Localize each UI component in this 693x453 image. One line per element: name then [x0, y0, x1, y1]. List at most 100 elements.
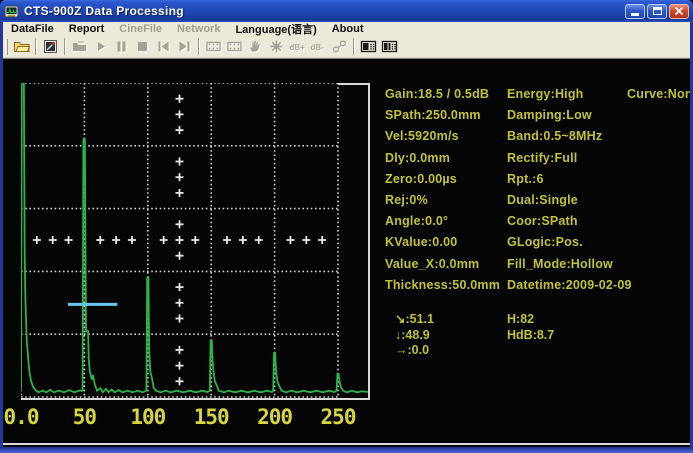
measurement-row: ↘:51.1H:82	[395, 312, 554, 328]
cine-open-icon	[71, 38, 88, 55]
parameter-column-3: Curve:None	[627, 84, 693, 105]
pause-icon	[113, 38, 130, 55]
menu-item-report[interactable]: Report	[64, 23, 109, 35]
param-band: Band:0.5~8MHz	[507, 126, 632, 147]
hand-tool-icon	[247, 38, 264, 55]
link-icon	[331, 38, 348, 55]
cine-save-icon	[205, 38, 222, 55]
param-rectify: Rectify:Full	[507, 148, 632, 169]
measurement-amplitude: H:82	[507, 312, 534, 328]
toolbar-pause-button	[111, 37, 132, 57]
param-dual: Dual:Single	[507, 190, 632, 211]
maximize-button[interactable]	[647, 4, 667, 19]
menu-item-about[interactable]: About	[327, 23, 369, 35]
measurement-row: →:0.0	[395, 343, 554, 359]
param-kvalue: KValue:0.00	[385, 232, 500, 253]
toolbar-marker-button	[266, 37, 287, 57]
app-icon	[4, 4, 19, 19]
param-spath: SPath:250.0mm	[385, 105, 500, 126]
window-title: CTS-900Z Data Processing	[24, 4, 625, 18]
menu-item-language[interactable]: Language(语言)	[230, 21, 321, 37]
param-rpt-: Rpt.:6	[507, 169, 632, 190]
first-frame-icon	[155, 38, 172, 55]
param-glogic: GLogic:Pos.	[507, 232, 632, 253]
param-zero: Zero:0.00µs	[385, 169, 500, 190]
db-plus-icon: dB+	[289, 38, 306, 55]
window-border-bottom	[0, 447, 693, 453]
toolbar-grip[interactable]	[5, 39, 8, 55]
stop-icon	[134, 38, 151, 55]
toolbar-separator	[64, 38, 66, 55]
window-border-left	[0, 22, 3, 447]
toolbar-layout-compare-button[interactable]	[379, 37, 400, 57]
measurement-value: →:0.0	[395, 343, 507, 359]
marker-icon	[268, 38, 285, 55]
toolbar-db-plus-button: dB+	[287, 37, 308, 57]
cine-copy-icon	[226, 38, 243, 55]
minimize-button[interactable]	[625, 4, 645, 19]
measurement-value: ↓:48.9	[395, 328, 507, 344]
toolbar-separator	[35, 38, 37, 55]
close-button[interactable]	[669, 4, 689, 19]
param-energy: Energy:High	[507, 84, 632, 105]
parameter-column-1: Gain:18.5 / 0.5dBSPath:250.0mmVel:5920m/…	[385, 84, 500, 296]
param-gain: Gain:18.5 / 0.5dB	[385, 84, 500, 105]
param-dly: Dly:0.0mm	[385, 148, 500, 169]
param-fill-mode: Fill_Mode:Hollow	[507, 254, 632, 275]
toolbar-cine-save-button	[203, 37, 224, 57]
x-axis-tick-label: 150	[179, 405, 243, 429]
toolbar-layout-single-button[interactable]	[358, 37, 379, 57]
svg-text:dB+: dB+	[290, 43, 306, 52]
toolbar: dB+ dB-	[3, 36, 690, 58]
toolbar-last-frame-button	[174, 37, 195, 57]
app-window: CTS-900Z Data Processing DataFile Report C…	[0, 0, 693, 453]
param-vel: Vel:5920m/s	[385, 126, 500, 147]
toolbar-stop-button	[132, 37, 153, 57]
x-axis-tick-label: 250	[306, 405, 370, 429]
toolbar-separator	[353, 38, 355, 55]
ascan-svg	[21, 83, 373, 403]
x-axis-tick-label: 50	[52, 405, 116, 429]
toolbar-separator	[198, 38, 200, 55]
menu-item-network: Network	[172, 23, 225, 35]
measurement-row: ↓:48.9HdB:8.7	[395, 328, 554, 344]
param-damping: Damping:Low	[507, 105, 632, 126]
toolbar-cine-copy-button	[224, 37, 245, 57]
param-value-x: Value_X:0.0mm	[385, 254, 500, 275]
parameter-column-2: Energy:HighDamping:LowBand:0.5~8MHzRecti…	[507, 84, 632, 296]
client-area: 0.050100150200250 Gain:18.5 / 0.5dBSPath…	[3, 58, 690, 447]
param-curve: Curve:None	[627, 84, 693, 105]
play-icon	[92, 38, 109, 55]
titlebar: CTS-900Z Data Processing	[0, 0, 693, 22]
param-angle: Angle:0.0°	[385, 211, 500, 232]
param-thickness: Thickness:50.0mm	[385, 275, 500, 296]
menu-bar: DataFile Report CineFile Network Language(语言…	[3, 22, 690, 36]
x-axis-labels: 0.050100150200250	[3, 405, 383, 429]
toolbar-link-button	[329, 37, 350, 57]
toolbar-first-frame-button	[153, 37, 174, 57]
toolbar-play-button	[90, 37, 111, 57]
toolbar-hand-tool-button	[245, 37, 266, 57]
layout-single-icon	[360, 38, 377, 55]
param-rej: Rej:0%	[385, 190, 500, 211]
measurement-amplitude: HdB:8.7	[507, 328, 554, 344]
last-frame-icon	[176, 38, 193, 55]
svg-text:dB-: dB-	[311, 43, 325, 52]
layout-compare-icon	[381, 38, 398, 55]
db-minus-icon: dB-	[310, 38, 327, 55]
ascan-plot	[21, 83, 373, 403]
client-bottom-edge	[3, 443, 690, 445]
menu-item-datafile[interactable]: DataFile	[6, 23, 59, 35]
param-datetime: Datetime:2009-02-09	[507, 275, 632, 296]
toolbar-db-minus-button: dB-	[308, 37, 329, 57]
measurement-value: ↘:51.1	[395, 312, 507, 328]
toolbar-cine-open-button	[69, 37, 90, 57]
param-coor: Coor:SPath	[507, 211, 632, 232]
toolbar-report-button[interactable]	[40, 37, 61, 57]
measurement-readout: ↘:51.1H:82↓:48.9HdB:8.7→:0.0	[395, 312, 554, 359]
report-icon	[42, 38, 59, 55]
open-file-icon	[13, 38, 30, 55]
menu-item-cinefile: CineFile	[114, 23, 167, 35]
x-axis-tick-label: 100	[116, 405, 180, 429]
toolbar-open-file-button[interactable]	[11, 37, 32, 57]
